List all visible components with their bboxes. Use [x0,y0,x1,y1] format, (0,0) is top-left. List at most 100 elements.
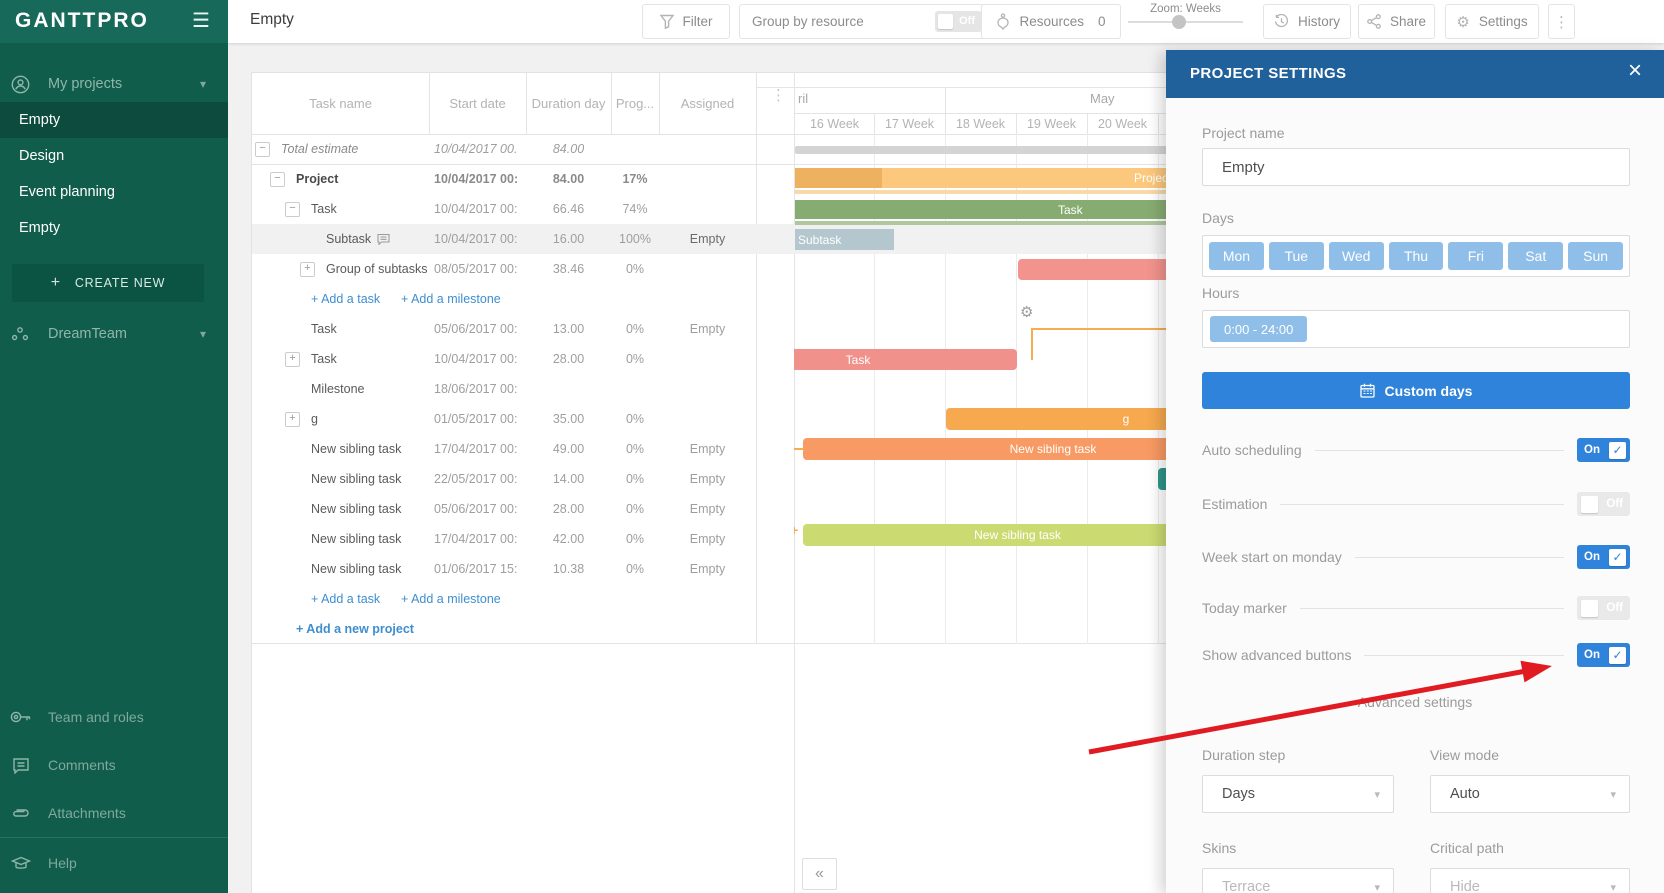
hours-chip[interactable]: 0:00 - 24:00 [1210,316,1307,342]
assigned-cell[interactable]: Empty [659,472,756,486]
project-name-input[interactable] [1202,148,1630,186]
task-name-cell[interactable]: g [311,412,318,426]
more-options-button[interactable]: ⋮ [1548,4,1575,39]
duration-cell[interactable]: 42.00 [526,532,611,546]
group-by-resource-toggle[interactable]: Off [935,11,982,32]
close-icon[interactable]: × [1628,57,1642,85]
sidebar-project-empty[interactable]: Empty [0,102,228,138]
toggle-week-start-on-monday[interactable]: On✓ [1577,545,1630,569]
row-settings-gear-icon[interactable]: ⚙ [1020,303,1033,321]
progress-cell[interactable]: 0% [611,352,659,366]
start-date-cell[interactable]: 10/04/2017 00: [434,172,524,186]
sidebar-item-comments[interactable]: Comments [0,745,228,785]
duration-cell[interactable]: 13.00 [526,322,611,336]
expander-plus-icon[interactable]: + [285,412,300,427]
hamburger-menu-icon[interactable]: ☰ [192,8,210,33]
add-milestone-link[interactable]: + Add a milestone [401,292,501,306]
custom-days-button[interactable]: Custom days [1202,372,1630,409]
start-date-cell[interactable]: 10/04/2017 00: [434,202,524,216]
assigned-cell[interactable]: Empty [659,532,756,546]
expander-plus-icon[interactable]: + [285,352,300,367]
start-date-cell[interactable]: 01/06/2017 15: [434,562,524,576]
toggle-today-marker[interactable]: Off [1577,596,1630,620]
progress-cell[interactable]: 0% [611,472,659,486]
expander-minus-icon[interactable]: − [270,172,285,187]
add-task-link[interactable]: + Add a task [311,592,380,606]
day-chip-wed[interactable]: Wed [1329,242,1384,270]
day-chip-mon[interactable]: Mon [1209,242,1264,270]
start-date-cell[interactable]: 17/04/2017 00: [434,442,524,456]
progress-cell[interactable]: 0% [611,532,659,546]
progress-cell[interactable]: 0% [611,262,659,276]
sidebar-item-help[interactable]: Help [0,843,228,883]
assigned-cell[interactable]: Empty [659,442,756,456]
task-comment-icon[interactable] [377,233,390,248]
add-new-project-link[interactable]: + Add a new project [296,622,414,636]
start-date-cell[interactable]: 01/05/2017 00: [434,412,524,426]
progress-cell[interactable]: 100% [611,232,659,246]
column-header-start-date[interactable]: Start date [429,73,526,134]
sidebar-item-attachments[interactable]: Attachments [0,793,228,833]
task-name-cell[interactable]: Task [311,202,337,216]
assigned-cell[interactable]: Empty [659,232,756,246]
toggle-auto-scheduling[interactable]: On✓ [1577,438,1630,462]
task-name-cell[interactable]: Task [311,322,337,336]
task-name-cell[interactable]: Milestone [311,382,365,396]
start-date-cell[interactable]: 08/05/2017 00: [434,262,524,276]
progress-cell[interactable]: 74% [611,202,659,216]
share-button[interactable]: Share [1358,4,1435,39]
duration-cell[interactable]: 16.00 [526,232,611,246]
start-date-cell[interactable]: 05/06/2017 00: [434,502,524,516]
history-button[interactable]: History [1263,4,1351,39]
column-options-kebab-icon[interactable]: ⋮ [771,86,786,104]
sidebar-item-team-and-roles[interactable]: Team and roles [0,697,228,737]
progress-cell[interactable]: 0% [611,502,659,516]
sidebar-item-dreamteam[interactable]: DreamTeam ▾ [0,316,228,352]
select-view-mode[interactable]: Auto▾ [1430,775,1630,813]
start-date-cell[interactable]: 18/06/2017 00: [434,382,524,396]
duration-cell[interactable]: 38.46 [526,262,611,276]
subtask-bar[interactable]: Subtask [795,229,894,250]
column-header-assigned[interactable]: Assigned [659,73,756,134]
select-duration-step[interactable]: Days▾ [1202,775,1394,813]
task-name-cell[interactable]: New sibling task [311,502,401,516]
start-date-cell[interactable]: 05/06/2017 00: [434,322,524,336]
add-task-link[interactable]: + Add a task [311,292,380,306]
task-name-cell[interactable]: Subtask [326,232,390,248]
sidebar-item-my-projects[interactable]: My projects ▾ [0,66,228,102]
progress-cell[interactable]: 0% [611,562,659,576]
expander-minus-icon[interactable]: − [285,202,300,217]
duration-cell[interactable]: 10.38 [526,562,611,576]
duration-cell[interactable]: 14.00 [526,472,611,486]
sidebar-project-event-planning[interactable]: Event planning [0,174,228,210]
column-header-progress[interactable]: Prog... [611,73,659,134]
hours-field[interactable]: 0:00 - 24:00 [1202,310,1630,348]
column-header-task-name[interactable]: Task name [252,73,429,134]
day-chip-sun[interactable]: Sun [1568,242,1623,270]
progress-cell[interactable]: 0% [611,442,659,456]
assigned-cell[interactable]: Empty [659,502,756,516]
start-date-cell[interactable]: 22/05/2017 00: [434,472,524,486]
duration-cell[interactable]: 84.00 [526,142,611,156]
filter-button[interactable]: Filter [642,4,730,39]
column-header-duration[interactable]: Duration day [526,73,611,134]
add-milestone-link[interactable]: + Add a milestone [401,592,501,606]
duration-cell[interactable]: 35.00 [526,412,611,426]
day-chip-thu[interactable]: Thu [1389,242,1444,270]
assigned-cell[interactable]: Empty [659,562,756,576]
task-name-cell[interactable]: New sibling task [311,532,401,546]
progress-cell[interactable]: 0% [611,322,659,336]
duration-cell[interactable]: 66.46 [526,202,611,216]
group-by-resource-button[interactable]: Group by resource Off [739,4,995,39]
select-critical-path[interactable]: Hide▾ [1430,868,1630,893]
duration-cell[interactable]: 84.00 [526,172,611,186]
day-chip-fri[interactable]: Fri [1448,242,1503,270]
task-name-cell[interactable]: Task [311,352,337,366]
start-date-cell[interactable]: 10/04/2017 00. [434,142,524,156]
task-name-cell[interactable]: New sibling task [311,442,401,456]
start-date-cell[interactable]: 10/04/2017 00: [434,352,524,366]
toggle-show-advanced-buttons[interactable]: On✓ [1577,643,1630,667]
sidebar-project-design[interactable]: Design [0,138,228,174]
create-new-button[interactable]: + CREATE NEW [12,264,204,302]
resources-button[interactable]: Resources 0 [981,4,1121,39]
